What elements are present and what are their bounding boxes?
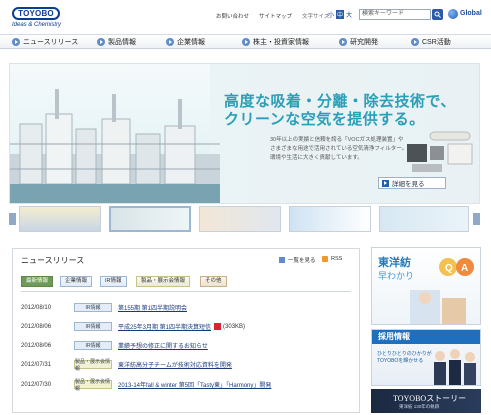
news-release-panel: ニュースリリース 一覧を見る RSS 最新情報 企業情報 IR情報 製品・展示会…	[12, 248, 360, 413]
news-row[interactable]: 2012/08/10 IR情報 第155期 第1四半期説明会	[21, 302, 351, 313]
tagline: Ideas & Chemistry	[12, 22, 62, 28]
svg-text:A: A	[461, 263, 468, 274]
hero-headline-line2: クリーンな空気を提供する。	[224, 111, 425, 128]
news-row[interactable]: 2012/07/30 製品・展示会情報 2013-14年fall & winte…	[21, 378, 351, 392]
toyobo-logo[interactable]: TOYOBO	[12, 7, 60, 20]
carousel-thumb-4[interactable]	[289, 206, 371, 232]
news-link[interactable]: 平成25年3月期 第1四半期決算短信	[118, 322, 211, 331]
news-date: 2012/08/10	[21, 304, 52, 311]
arrow-icon	[97, 38, 105, 46]
global-link[interactable]: Global	[460, 10, 482, 17]
toyobo-story-banner[interactable]: TOYOBOストーリー 東洋紡 130年の軌跡	[371, 389, 481, 413]
news-row[interactable]: 2012/08/06 IR情報 業績予想の修正に関するお知らせ	[21, 340, 351, 351]
arrow-icon	[382, 179, 389, 187]
recruitment-banner[interactable]: 採用情報 ひとりひとりのひかりが TOYOBOを輝かせる	[371, 329, 481, 386]
nav-news-release[interactable]: ニュースリリース	[12, 37, 78, 47]
tab-ir[interactable]: IR情報	[100, 276, 127, 287]
news-date: 2012/08/06	[21, 323, 52, 330]
news-date: 2012/07/31	[21, 361, 52, 368]
hero-description-line3: 環境や生活に大きく貢献しています。	[270, 155, 363, 161]
nav-investors[interactable]: 株主・投資家情報	[242, 37, 309, 47]
sitemap-link[interactable]: サイトマップ	[259, 12, 292, 20]
carousel-thumb-2[interactable]	[109, 206, 191, 232]
news-category-badge: IR情報	[74, 303, 112, 312]
hero-description-line2: さまざまな用途で活用されている空気清浄フィルター。	[270, 146, 408, 152]
news-list-link[interactable]: 一覧を見る	[279, 256, 316, 264]
font-size-medium-button[interactable]: 中	[336, 10, 344, 19]
news-link[interactable]: 2013-14年fall & winter 第5回「Tasty東」「Harmon…	[118, 380, 271, 389]
hero-description-line1: 30年以上の実績と信頼を誇る「VOCガス処理装置」や	[270, 137, 404, 143]
tab-other[interactable]: その他	[200, 276, 227, 287]
header: TOYOBO Ideas & Chemistry お問い合わせ サイトマップ 文…	[0, 0, 491, 34]
banner-illustration	[410, 290, 466, 324]
font-size-small-button[interactable]: 小	[327, 10, 335, 19]
nav-products[interactable]: 製品情報	[97, 37, 136, 47]
arrow-icon	[166, 38, 174, 46]
hero-banner[interactable]: 高度な吸着・分離・除去技術で、 クリーンな空気を提供する。 30年以上の実績と信…	[9, 63, 480, 204]
news-title: ニュースリリース	[21, 256, 85, 265]
globe-icon[interactable]	[448, 9, 458, 19]
news-link[interactable]: 第155期 第1四半期説明会	[118, 303, 187, 312]
font-size-label: 文字サイズ	[302, 14, 330, 20]
file-size: (303KB)	[223, 323, 246, 330]
nav-csr[interactable]: CSR活動	[411, 37, 451, 47]
toyobo-overview-banner[interactable]: 東洋紡 早わかり Q A	[371, 247, 481, 325]
news-date: 2012/08/06	[21, 342, 52, 349]
carousel-next-arrow[interactable]	[473, 213, 480, 225]
tab-latest[interactable]: 最新情報	[21, 276, 54, 287]
carousel-thumb-3[interactable]	[199, 206, 281, 232]
search-input[interactable]: 検索キーワード	[359, 9, 431, 20]
pdf-icon	[214, 323, 222, 330]
carousel-thumb-5[interactable]	[379, 206, 469, 232]
nav-company[interactable]: 企業情報	[166, 37, 205, 47]
news-date: 2012/07/30	[21, 381, 52, 388]
contact-link[interactable]: お問い合わせ	[216, 12, 249, 20]
qa-icon: Q A	[439, 258, 474, 276]
banner-title: 採用情報	[372, 330, 480, 344]
news-link[interactable]: 東洋紡高分子チームが技術対応資料を開発	[118, 360, 232, 369]
news-category-badge: 製品・展示会情報	[74, 378, 112, 392]
arrow-icon	[339, 38, 347, 46]
people-illustration	[434, 349, 476, 385]
news-category-badge: IR情報	[74, 322, 112, 331]
tab-products-exhibitions[interactable]: 製品・展示会情報	[136, 276, 191, 287]
carousel-thumbnails	[9, 206, 480, 234]
tab-company[interactable]: 企業情報	[60, 276, 93, 287]
arrow-icon	[411, 38, 419, 46]
news-divider	[21, 291, 351, 292]
product-samples-image	[407, 131, 473, 172]
banner-title: TOYOBOストーリー	[393, 394, 467, 403]
search-button[interactable]	[432, 9, 443, 20]
news-category-badge: 製品・展示会情報	[74, 358, 112, 372]
rss-link[interactable]: RSS	[322, 256, 342, 262]
news-link[interactable]: 業績予想の修正に関するお知らせ	[118, 341, 208, 350]
banner-text: ひとりひとりのひかりが	[377, 351, 432, 357]
arrow-icon	[12, 38, 20, 46]
news-row[interactable]: 2012/07/31 製品・展示会情報 東洋紡高分子チームが技術対応資料を開発	[21, 358, 351, 372]
detail-button[interactable]: 詳細を見る	[378, 177, 446, 189]
main-nav: ニュースリリース 製品情報 企業情報 株主・投資家情報 研究開発 CSR活動	[0, 34, 491, 49]
news-row[interactable]: 2012/08/06 IR情報 平成25年3月期 第1四半期決算短信 (303K…	[21, 321, 351, 332]
arrow-icon	[242, 38, 250, 46]
carousel-thumb-1[interactable]	[19, 206, 101, 232]
banner-title: 東洋紡	[378, 257, 411, 269]
search-icon	[434, 11, 441, 18]
banner-subtitle: 早わかり	[378, 271, 415, 281]
banner-subtitle: 東洋紡 130年の軌跡	[399, 404, 440, 409]
banner-text: TOYOBOを輝かせる	[377, 358, 424, 364]
font-size-large-button[interactable]: 大	[345, 10, 353, 19]
factory-illustration	[10, 89, 220, 203]
svg-text:Q: Q	[445, 263, 453, 274]
nav-research[interactable]: 研究開発	[339, 37, 378, 47]
news-category-badge: IR情報	[74, 341, 112, 350]
carousel-prev-arrow[interactable]	[9, 213, 16, 225]
